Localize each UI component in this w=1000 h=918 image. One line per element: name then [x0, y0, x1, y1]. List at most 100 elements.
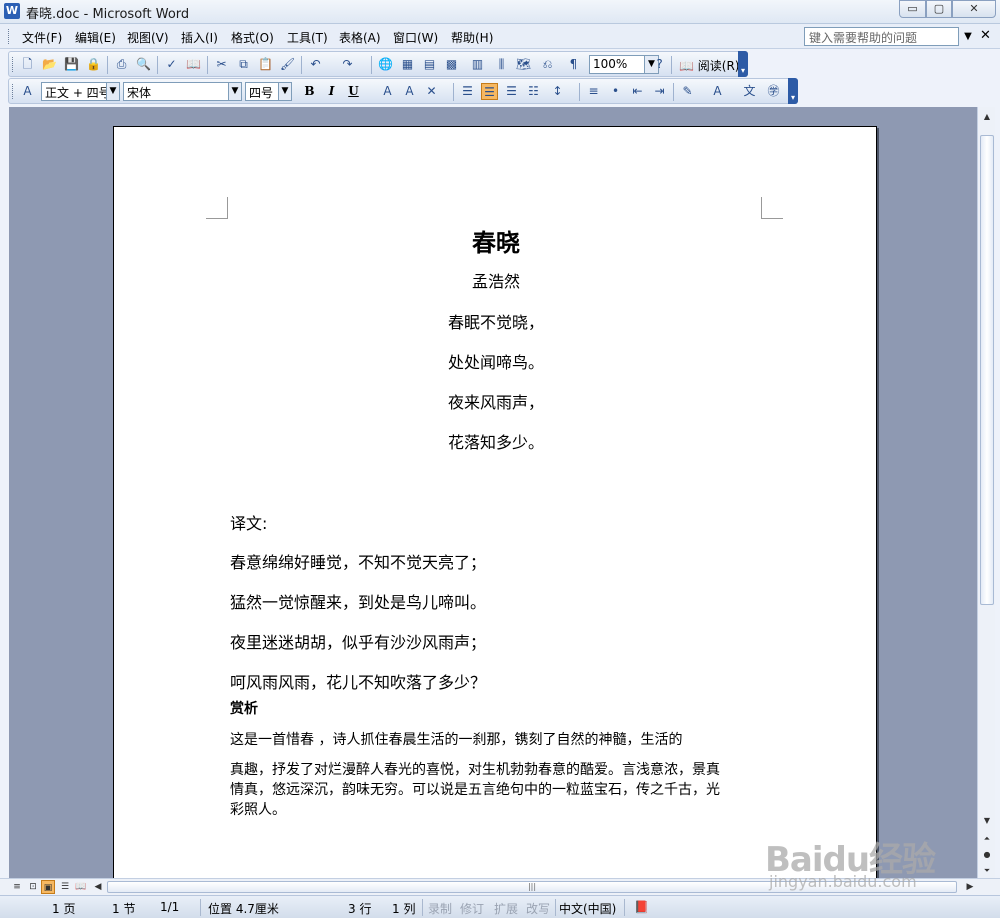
maximize-button[interactable]: ▢	[926, 0, 952, 18]
spelling-icon[interactable]: ✓	[163, 56, 180, 73]
scroll-up-icon[interactable]: ▲	[979, 109, 995, 125]
status-separator	[422, 899, 423, 916]
toolbar-grip[interactable]	[12, 57, 14, 72]
show-hide-icon[interactable]: ⎌	[539, 56, 556, 73]
character-shading-icon[interactable]: A	[401, 83, 418, 100]
close-document-icon[interactable]: ✕	[980, 28, 991, 43]
enclose-characters-icon[interactable]: ㊫	[765, 83, 782, 100]
close-button[interactable]: ✕	[952, 0, 996, 18]
document-workspace[interactable]: 春晓 孟浩然 春眠不觉晓， 处处闻啼鸟。 夜来风雨声， 花落知多少。 译文: 春…	[9, 107, 977, 878]
style-select[interactable]: 正文 + 四号	[41, 82, 107, 101]
columns-icon[interactable]: ▥	[469, 56, 486, 73]
toolbar-options-icon[interactable]: ▾	[788, 78, 798, 104]
status-overtype[interactable]: 改写	[526, 900, 550, 917]
open-icon[interactable]: 📂	[41, 56, 58, 73]
toolbar-separator	[157, 56, 158, 74]
research-icon[interactable]: 📖	[185, 56, 202, 73]
help-dropdown-icon[interactable]: ▼	[960, 27, 976, 46]
align-left-icon[interactable]: ☰	[459, 83, 476, 100]
document-map-icon[interactable]: 🗺	[515, 56, 532, 73]
vertical-scroll-thumb[interactable]	[980, 135, 994, 605]
menu-insert[interactable]: 插入(I)	[181, 29, 218, 46]
print-icon[interactable]: ⎙	[113, 56, 130, 73]
poem-title: 春晓	[472, 228, 520, 257]
highlight-icon[interactable]: ✎	[679, 83, 696, 100]
new-icon[interactable]: 🗋	[19, 56, 36, 73]
web-layout-icon[interactable]: ⊡	[26, 880, 40, 894]
menu-format[interactable]: 格式(O)	[231, 29, 274, 46]
underline-button[interactable]: U	[345, 83, 362, 100]
help-search-input[interactable]: 键入需要帮助的问题	[804, 27, 959, 46]
status-separator	[555, 899, 556, 916]
distributed-icon[interactable]: ☷	[525, 83, 542, 100]
drawing-icon[interactable]: ⫼	[493, 56, 510, 73]
menu-tools[interactable]: 工具(T)	[287, 29, 328, 46]
scroll-left-icon[interactable]: ◀	[91, 880, 105, 894]
italic-button[interactable]: I	[323, 83, 340, 100]
format-painter-icon[interactable]: 🖌	[279, 56, 296, 73]
translation-line: 夜里迷迷胡胡，似乎有沙沙风雨声；	[230, 633, 487, 652]
status-track-changes[interactable]: 修订	[460, 900, 484, 917]
line-spacing-icon[interactable]: ↕	[549, 83, 566, 100]
cut-icon[interactable]: ✂	[213, 56, 230, 73]
outline-view-icon[interactable]: ☰	[58, 880, 72, 894]
phonetic-guide-icon[interactable]: 文	[741, 83, 758, 100]
help-icon[interactable]: ?	[651, 56, 668, 73]
style-dropdown-icon[interactable]: ▼	[107, 82, 120, 101]
menu-help[interactable]: 帮助(H)	[451, 29, 493, 46]
bullets-icon[interactable]: •	[607, 83, 624, 100]
print-preview-icon[interactable]: 🔍	[135, 56, 152, 73]
copy-icon[interactable]: ⧉	[235, 56, 252, 73]
menu-edit[interactable]: 编辑(E)	[75, 29, 116, 46]
word-app-icon[interactable]: W	[4, 3, 20, 19]
font-select[interactable]: 宋体	[123, 82, 229, 101]
menu-grip[interactable]	[8, 29, 11, 44]
insert-table-icon[interactable]: ▤	[421, 56, 438, 73]
print-layout-icon[interactable]: ▣	[41, 880, 55, 894]
formatting-toolbar: A 正文 + 四号 ▼ 宋体 ▼ 四号 ▼ B I U A A ✕ ☰ ☰ ☰ …	[8, 78, 798, 104]
bold-button[interactable]: B	[301, 83, 318, 100]
character-scaling-icon[interactable]: ✕	[423, 83, 440, 100]
paste-icon[interactable]: 📋	[257, 56, 274, 73]
vertical-scrollbar[interactable]: ▲ ▼ ⏶ ● ⏷	[977, 107, 995, 878]
normal-view-icon[interactable]: ≡	[10, 880, 24, 894]
undo-icon[interactable]: ↶	[307, 56, 324, 73]
redo-icon[interactable]: ↷	[339, 56, 356, 73]
status-language: 中文(中国)	[559, 902, 617, 916]
toolbar-grip[interactable]	[12, 84, 14, 99]
numbering-icon[interactable]: ≡	[585, 83, 602, 100]
reading-layout-icon[interactable]: 📖	[74, 880, 88, 894]
increase-indent-icon[interactable]: ⇥	[651, 83, 668, 100]
insert-excel-icon[interactable]: ▩	[443, 56, 460, 73]
zoom-input[interactable]: 100%	[589, 55, 645, 74]
font-dropdown-icon[interactable]: ▼	[229, 82, 242, 101]
align-right-icon[interactable]: ☰	[503, 83, 520, 100]
spelling-status-icon[interactable]: 📕	[634, 900, 649, 914]
paragraph-marks-icon[interactable]: ¶	[565, 56, 582, 73]
menu-window[interactable]: 窗口(W)	[393, 29, 438, 46]
menu-file[interactable]: 文件(F)	[22, 29, 62, 46]
tables-borders-icon[interactable]: ▦	[399, 56, 416, 73]
permission-icon[interactable]: 🔒	[85, 56, 102, 73]
margin-corner-top-left	[206, 197, 228, 219]
read-button[interactable]: 📖 阅读(R)	[677, 55, 741, 75]
font-color-icon[interactable]: A	[709, 83, 726, 100]
styles-icon[interactable]: A	[19, 83, 36, 100]
character-border-icon[interactable]: A	[379, 83, 396, 100]
status-record[interactable]: 录制	[428, 900, 452, 917]
margin-corner-top-right	[761, 197, 783, 219]
save-icon[interactable]: 💾	[63, 56, 80, 73]
align-center-icon[interactable]: ☰	[481, 83, 498, 100]
toolbar-options-icon[interactable]: ▾	[738, 51, 748, 77]
font-size-select[interactable]: 四号	[245, 82, 279, 101]
poem-line: 处处闻啼鸟。	[447, 353, 544, 372]
status-extend[interactable]: 扩展	[494, 900, 518, 917]
menu-table[interactable]: 表格(A)	[339, 29, 381, 46]
decrease-indent-icon[interactable]: ⇤	[629, 83, 646, 100]
toolbar-separator	[207, 56, 208, 74]
menu-view[interactable]: 视图(V)	[127, 29, 169, 46]
document-page[interactable]: 春晓 孟浩然 春眠不觉晓， 处处闻啼鸟。 夜来风雨声， 花落知多少。 译文: 春…	[113, 126, 877, 878]
minimize-button[interactable]: ▭	[899, 0, 926, 18]
hyperlink-icon[interactable]: 🌐	[377, 56, 394, 73]
font-size-dropdown-icon[interactable]: ▼	[279, 82, 292, 101]
